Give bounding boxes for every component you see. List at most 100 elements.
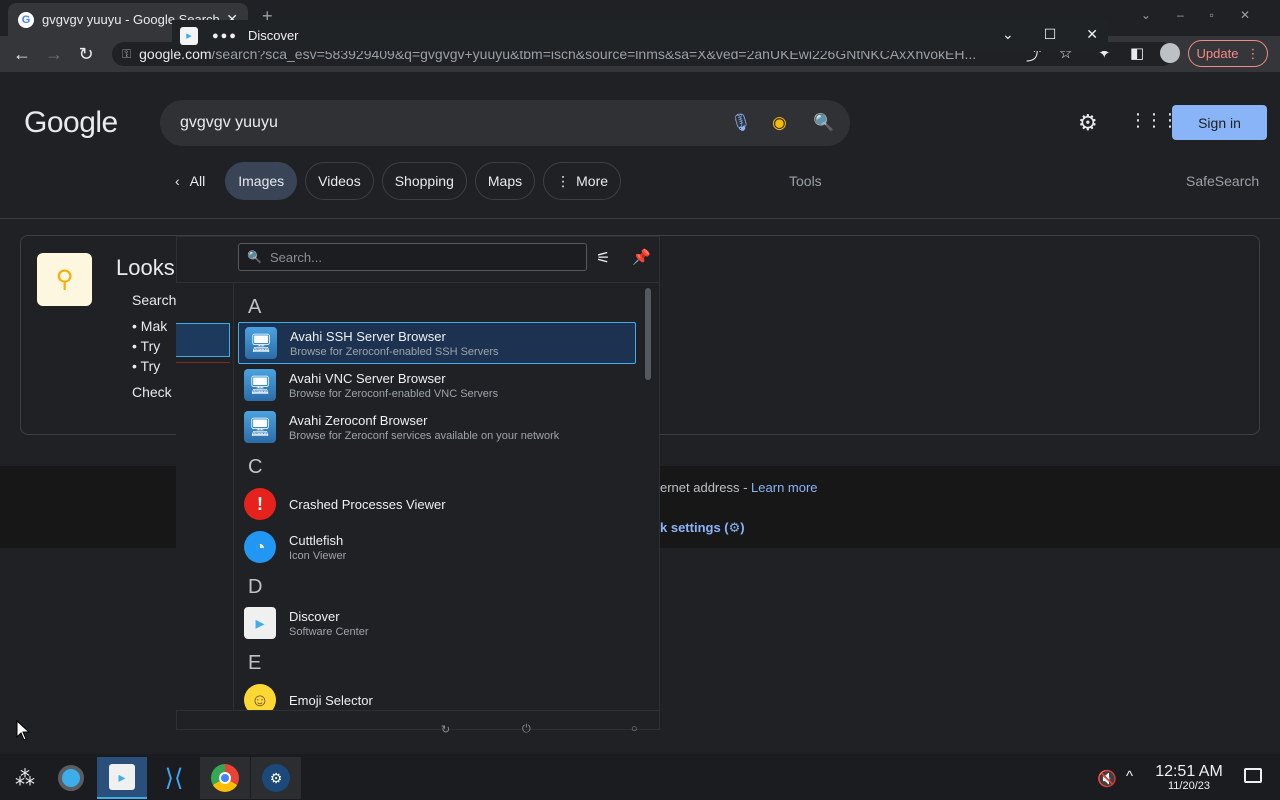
list-item[interactable]: ☺ Emoji Selector [238, 679, 636, 710]
app-name: Discover [289, 608, 340, 624]
search-icon: 🔍 [247, 250, 262, 264]
tab-all-label: All [189, 173, 206, 189]
loading-dots-icon: ●●● [212, 29, 238, 42]
search-type-tabs: ‹ All Images Videos Shopping Maps ⋮ More [175, 162, 622, 200]
google-logo[interactable]: Google [24, 106, 118, 140]
clock-time[interactable]: 12:51 AM [1150, 763, 1228, 781]
application-list: A 🖥 Avahi SSH Server Browser Browse for Z… [238, 286, 638, 710]
app-description: Browse for Zeroconf-enabled VNC Servers [289, 387, 499, 400]
scrollbar-thumb[interactable] [645, 288, 651, 380]
app-description: Software Center [289, 625, 369, 638]
app-name: Avahi SSH Server Browser [290, 328, 446, 344]
footer-settings-link[interactable]: k settings (⚙) [660, 520, 745, 536]
suggestion-bullet: • Try [132, 338, 161, 354]
learn-more-link[interactable]: Learn more [751, 480, 817, 495]
close-icon[interactable]: ✕ [1240, 8, 1250, 22]
tab-more[interactable]: ⋮ More [543, 162, 622, 200]
discover-taskbar-icon[interactable]: ▸ [97, 757, 147, 799]
tab-more-label: More [576, 173, 609, 189]
suggestion-text: Check [132, 384, 172, 400]
no-results-title: Looks [116, 255, 175, 280]
reload-icon[interactable]: ↻ [70, 44, 102, 65]
system-settings-icon[interactable] [46, 757, 96, 799]
app-launcher-icon[interactable]: ⁂ [0, 757, 50, 799]
discover-window-controls: ⌄ ☐ ✕ [1002, 26, 1098, 43]
suggestion-item: Try [140, 358, 161, 374]
suggestion-bullet: • Try [132, 358, 161, 374]
more-kebab-icon: ⋮ [556, 172, 571, 189]
vscode-icon[interactable]: ⟩⟨ [149, 757, 199, 799]
minimize-icon[interactable]: ⌄ [1002, 26, 1014, 43]
site-info-icon[interactable]: ⚿ [122, 47, 131, 62]
back-icon[interactable]: ← [6, 44, 38, 65]
clock-date[interactable]: 11/20/23 [1150, 780, 1228, 792]
app-name: Cuttlefish [289, 532, 344, 548]
app-description: Icon Viewer [289, 549, 347, 562]
more-options-icon[interactable]: ○ [631, 723, 638, 735]
list-item[interactable]: ▸ Discover Software Center [238, 602, 636, 644]
menu-kebab-icon: ⋮ [1246, 45, 1260, 61]
profile-avatar-icon[interactable] [1160, 43, 1180, 63]
discover-app-icon: ▸ [180, 26, 198, 45]
launcher-search-input[interactable]: 🔍 Search... [238, 243, 587, 271]
tools-button[interactable]: Tools [789, 173, 822, 189]
footer-location-text: ernet address - Learn more [660, 480, 818, 495]
chrome-icon[interactable] [200, 757, 250, 799]
minimize-icon[interactable]: – [1177, 8, 1184, 22]
section-letter: E [248, 652, 262, 674]
restart-icon[interactable]: ↻ [441, 723, 450, 736]
volume-muted-icon[interactable]: 🔇 [1097, 769, 1117, 789]
sign-in-button[interactable]: Sign in [1172, 105, 1267, 140]
exclamation-icon: ! [244, 488, 276, 520]
browser-window-controls: ⌄ – ▫ ✕ [1141, 8, 1280, 22]
show-desktop-icon[interactable] [1244, 768, 1262, 783]
steam-icon[interactable]: ⚙ [251, 757, 301, 799]
google-search-box[interactable]: gvgvgv yuuyu 🎙 ◉ 🔍 [160, 100, 850, 146]
footer-settings-label: k settings [660, 520, 721, 535]
network-globe-icon: 🖥 [244, 369, 276, 401]
close-icon[interactable]: ✕ [1086, 26, 1098, 43]
chevron-left-icon: ‹ [175, 173, 180, 189]
app-description: Browse for Zeroconf-enabled SSH Servers [290, 345, 499, 358]
safesearch-button[interactable]: SafeSearch [1186, 173, 1259, 189]
tab-videos[interactable]: Videos [305, 162, 374, 200]
pin-icon[interactable]: 📌 [632, 248, 651, 266]
list-item[interactable]: ! Crashed Processes Viewer [238, 483, 636, 525]
update-label: Update [1196, 46, 1239, 61]
shutdown-icon[interactable]: ⏻ [522, 723, 531, 736]
search-placeholder: Search... [269, 249, 322, 265]
forward-icon[interactable]: → [38, 44, 70, 65]
tab-search-icon[interactable]: ⌄ [1141, 8, 1151, 22]
update-button[interactable]: Update ⋮ [1188, 40, 1268, 67]
search-query: gvgvgv yuuyu [180, 114, 278, 131]
maximize-icon[interactable]: ☐ [1044, 26, 1057, 43]
list-item[interactable]: 🖥 Avahi Zeroconf Browser Browse for Zeroc… [238, 406, 636, 448]
tab-maps[interactable]: Maps [474, 162, 536, 200]
list-item[interactable]: 🖥 Avahi SSH Server Browser Browse for Zer… [238, 322, 636, 364]
voice-search-icon[interactable]: 🎙 [730, 113, 752, 133]
tab-all[interactable]: ‹ All [175, 162, 217, 200]
app-name: Crashed Processes Viewer [289, 496, 446, 512]
apps-grid-icon[interactable]: ⋮⋮⋮ [1129, 110, 1179, 131]
show-hidden-icons-chevron-up-icon[interactable]: ^ [1126, 768, 1133, 785]
filter-settings-icon[interactable]: ⚟ [596, 248, 610, 268]
gear-icon: ⚙ [728, 520, 741, 535]
side-panel-icon[interactable]: ◧ [1130, 44, 1144, 62]
discover-titlebar[interactable]: ▸ ●●● Discover [172, 20, 1108, 51]
cuttlefish-icon: ◔ [244, 531, 276, 563]
section-letter: A [248, 296, 262, 318]
list-item[interactable]: ◔ Cuttlefish Icon Viewer [238, 526, 636, 568]
tab-images[interactable]: Images [225, 162, 298, 200]
suggestion-item: Try [140, 338, 161, 354]
lens-icon[interactable]: ◉ [772, 113, 787, 133]
google-favicon-icon: G [18, 11, 34, 28]
footer-text: ernet address - [660, 480, 752, 495]
sidebar-item-selected[interactable] [176, 323, 230, 357]
maximize-icon[interactable]: ▫ [1210, 8, 1214, 22]
tab-shopping[interactable]: Shopping [381, 162, 467, 200]
app-name: Avahi Zeroconf Browser [289, 412, 428, 428]
search-icon: ⚲ [37, 253, 92, 306]
list-item[interactable]: 🖥 Avahi VNC Server Browser Browse for Zer… [238, 364, 636, 406]
settings-gear-icon[interactable]: ⚙ [1078, 110, 1098, 136]
search-icon[interactable]: 🔍 [813, 113, 834, 133]
